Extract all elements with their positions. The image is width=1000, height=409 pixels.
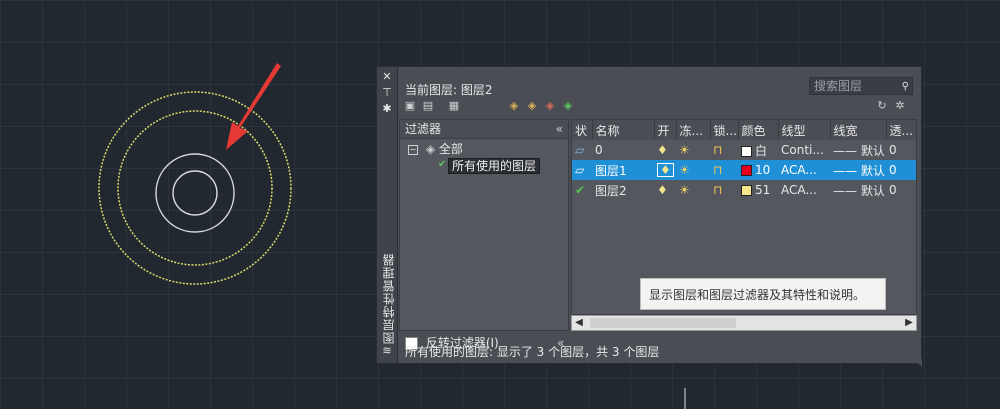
filter-header: 过滤器 «	[400, 120, 568, 139]
palette-sidebar: ✕ ⊤ ✱ 图层特性管理器 ≋	[377, 67, 398, 363]
settings-icon[interactable]: ✲	[893, 99, 907, 113]
layers-icon: ◈	[425, 142, 436, 156]
layers-stack-icon: ≋	[382, 344, 392, 357]
layer-linetype[interactable]: ACA...	[778, 180, 830, 200]
col-color[interactable]: 颜色	[738, 120, 779, 140]
col-lock[interactable]: 锁...	[710, 120, 739, 140]
layer-lineweight[interactable]: —— 默认	[830, 160, 886, 180]
new-layer-frozen-icon[interactable]: ◈	[525, 99, 539, 113]
color-label: 白	[755, 143, 768, 158]
color-label: 10	[755, 163, 771, 177]
layer-lineweight[interactable]: —— 默认	[830, 180, 886, 200]
filter-tree-pane: 过滤器 « − ◈ 全部 ✔ 所有使用的图层	[399, 119, 569, 331]
current-layer-check-icon: ✔	[575, 183, 586, 197]
layer-lineweight[interactable]: —— 默认	[830, 140, 886, 160]
tree-expand-icon[interactable]: −	[408, 144, 418, 155]
lightbulb-icon[interactable]: ♦	[657, 163, 674, 177]
layer-color[interactable]: 51	[738, 180, 778, 200]
sun-icon[interactable]: ☀	[679, 183, 690, 197]
lightbulb-icon[interactable]: ♦	[657, 183, 668, 197]
layer-list-pane: 状 名称 开 冻... 锁... 颜色 线型 线宽 透... ▱ 0 ♦ ☀ ⊓…	[571, 119, 917, 315]
palette-main: 当前图层: 图层2 搜索图层 ⚲ ▣ ▤ ▦ ◈ ◈ ◈ ◈ ↻ ✲ 过滤器 «…	[399, 67, 919, 363]
layer-name[interactable]: 图层1	[592, 160, 654, 180]
unlock-icon[interactable]: ⊓	[713, 183, 722, 197]
layer-name[interactable]: 图层2	[592, 180, 654, 200]
layer-transparency[interactable]: 0	[886, 160, 916, 180]
inner-yellow-circle[interactable]	[117, 110, 273, 266]
col-lineweight[interactable]: 线宽	[830, 120, 887, 140]
outer-white-circle[interactable]	[155, 153, 235, 233]
search-input[interactable]: 搜索图层 ⚲	[809, 77, 913, 95]
scroll-right-icon[interactable]: ▶	[902, 316, 916, 330]
scrollbar-thumb[interactable]	[590, 318, 736, 328]
col-status[interactable]: 状	[572, 120, 593, 140]
inner-white-circle[interactable]	[172, 170, 218, 216]
layer-color[interactable]: 白	[738, 140, 778, 160]
unlock-icon[interactable]: ⊓	[713, 163, 722, 177]
tree-node-all[interactable]: − ◈ 全部	[408, 142, 463, 156]
col-transparency[interactable]: 透...	[886, 120, 916, 140]
sun-icon[interactable]: ☀	[679, 143, 690, 157]
layer-name[interactable]: 0	[592, 140, 654, 160]
scroll-left-icon[interactable]: ◀	[572, 316, 586, 330]
layer-transparency[interactable]: 0	[886, 180, 916, 200]
new-layer-icon[interactable]: ◈	[507, 99, 521, 113]
color-label: 51	[755, 183, 771, 197]
layer-linetype[interactable]: ACA...	[778, 160, 830, 180]
resize-grip[interactable]	[914, 359, 922, 367]
current-layer-title: 当前图层: 图层2	[405, 83, 493, 97]
layer-properties-palette: ✕ ⊤ ✱ 图层特性管理器 ≋ 当前图层: 图层2 搜索图层 ⚲ ▣ ▤ ▦ ◈…	[376, 66, 922, 367]
status-line: 所有使用的图层: 显示了 3 个图层，共 3 个图层	[405, 345, 660, 359]
gear-icon[interactable]: ✱	[381, 103, 393, 115]
layer-table: 状 名称 开 冻... 锁... 颜色 线型 线宽 透... ▱ 0 ♦ ☀ ⊓…	[572, 120, 916, 200]
sun-icon[interactable]: ☀	[679, 163, 690, 177]
close-icon[interactable]: ✕	[381, 71, 393, 83]
table-row-layer-2[interactable]: ✔ 图层2 ♦ ☀ ⊓ 51 ACA... —— 默认 0	[572, 180, 916, 200]
table-header-row: 状 名称 开 冻... 锁... 颜色 线型 线宽 透...	[572, 120, 916, 140]
table-row-layer-0[interactable]: ▱ 0 ♦ ☀ ⊓ 白 Conti... —— 默认 0	[572, 140, 916, 160]
lightbulb-icon[interactable]: ♦	[657, 143, 668, 157]
filter-check-icon: ✔	[438, 159, 447, 170]
layer-status-icon: ▱	[575, 163, 585, 177]
delete-layer-icon[interactable]: ◈	[543, 99, 557, 113]
collapse-filter-button[interactable]: «	[556, 120, 563, 138]
search-icon[interactable]: ⚲	[902, 79, 909, 95]
unlock-icon[interactable]: ⊓	[713, 143, 722, 157]
layer-linetype[interactable]: Conti...	[778, 140, 830, 160]
color-swatch	[741, 145, 752, 157]
table-row-layer-1[interactable]: ▱ 图层1 ♦ ☀ ⊓ 10 ACA... —— 默认 0	[572, 160, 916, 180]
color-swatch	[741, 185, 752, 196]
new-group-filter-icon[interactable]: ▤	[421, 99, 435, 113]
palette-vertical-title: 图层特性管理器	[382, 253, 396, 344]
layer-status-icon: ▱	[575, 143, 585, 157]
refresh-icon[interactable]: ↻	[875, 99, 889, 113]
col-name[interactable]: 名称	[592, 120, 655, 140]
horizontal-scrollbar[interactable]: ◀ ▶	[571, 315, 917, 331]
col-freeze[interactable]: 冻...	[676, 120, 711, 140]
outer-yellow-circle[interactable]	[98, 91, 292, 285]
color-swatch	[741, 165, 752, 176]
layer-states-manager-icon[interactable]: ▦	[447, 99, 461, 113]
search-placeholder: 搜索图层	[814, 79, 863, 93]
filter-header-label: 过滤器	[405, 122, 442, 136]
set-current-icon[interactable]: ◈	[561, 99, 575, 113]
palette-toolbar: ▣ ▤ ▦ ◈ ◈ ◈ ◈ ↻ ✲	[403, 99, 913, 115]
tooltip: 显示图层和图层过滤器及其特性和说明。	[640, 278, 886, 310]
tree-node-used-layers[interactable]: 所有使用的图层	[448, 158, 541, 174]
layer-transparency[interactable]: 0	[886, 140, 916, 160]
layer-color[interactable]: 10	[738, 160, 778, 180]
new-property-filter-icon[interactable]: ▣	[403, 99, 417, 113]
col-linetype[interactable]: 线型	[778, 120, 831, 140]
col-on[interactable]: 开	[654, 120, 677, 140]
tree-root-label: 全部	[438, 142, 463, 156]
pin-icon[interactable]: ⊤	[381, 87, 393, 99]
